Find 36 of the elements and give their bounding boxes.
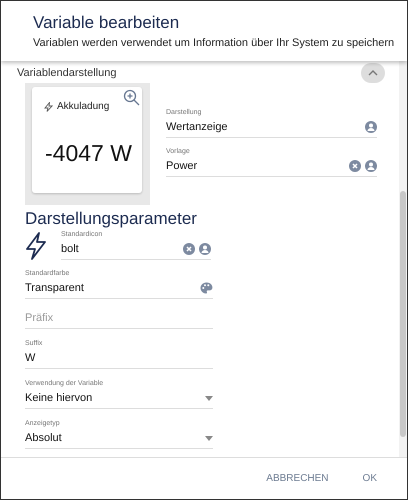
section-title: Variablendarstellung <box>17 67 116 79</box>
bolt-icon <box>25 232 47 260</box>
section-heading: Darstellungsparameter <box>25 209 198 229</box>
field-value: W <box>25 352 36 364</box>
dialog-subtitle: Variablen werden verwendet um Information über Ihr System zu speichern <box>33 37 394 49</box>
dropdown-caret-icon <box>205 436 213 440</box>
field-value: Power <box>166 160 198 172</box>
clear-icon <box>349 160 361 172</box>
preview-value: -4047 W <box>45 140 133 167</box>
clear-button[interactable] <box>183 243 195 255</box>
clear-icon <box>183 243 195 255</box>
person-icon <box>365 160 377 172</box>
bolt-icon <box>44 102 53 112</box>
ok-button[interactable]: OK <box>358 467 381 490</box>
collapse-button[interactable] <box>361 63 385 83</box>
zoom-in-button[interactable] <box>123 89 140 106</box>
palette-icon <box>200 282 213 294</box>
field-placeholder: Präfix <box>25 312 54 324</box>
person-icon <box>365 121 377 133</box>
field-value: Wertanzeige <box>166 121 228 133</box>
field-value: bolt <box>61 243 79 255</box>
chevron-icon <box>368 70 378 76</box>
dialog-title: Variable bearbeiten <box>33 13 180 33</box>
pick-button[interactable] <box>365 121 377 133</box>
pick-button[interactable] <box>199 243 211 255</box>
clear-button[interactable] <box>349 160 361 172</box>
palette-button[interactable] <box>200 282 213 294</box>
dropdown-caret-icon <box>205 396 213 400</box>
field-value: Transparent <box>25 282 84 294</box>
field-value: Absolut <box>25 432 62 444</box>
person-icon <box>199 243 211 255</box>
pick-button[interactable] <box>365 160 377 172</box>
preview-name: Akkuladung <box>57 101 110 112</box>
scrollbar[interactable] <box>399 61 407 457</box>
field-value: Keine hiervon <box>25 392 92 404</box>
cancel-button[interactable]: ABBRECHEN <box>262 467 333 490</box>
